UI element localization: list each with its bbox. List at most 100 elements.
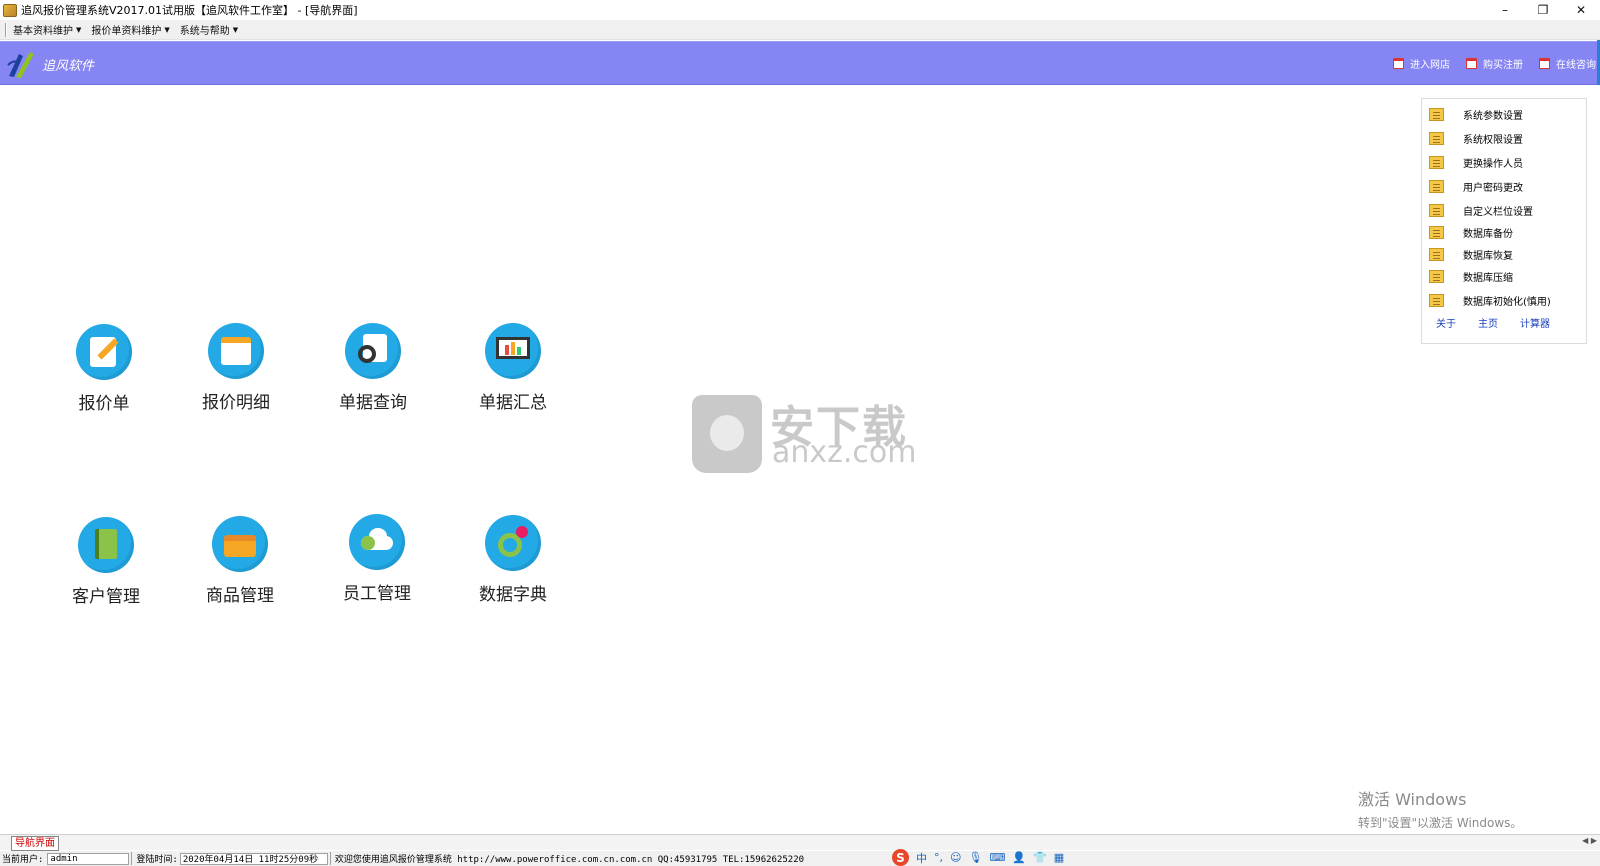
module-quote-detail-label: 报价明细 (202, 393, 270, 413)
module-document-query[interactable]: 单据查询 (323, 323, 423, 415)
online-consult-label: 在线咨询 (1556, 60, 1596, 71)
keyboard-icon[interactable]: ⌨ (989, 851, 1005, 864)
panel-item-change-password[interactable]: 用户密码更改 (1429, 177, 1523, 195)
shirt-icon[interactable]: 👕 (1033, 851, 1047, 864)
module-document-summary[interactable]: 单据汇总 (463, 323, 563, 415)
caret-down-icon: ▼ (232, 25, 239, 34)
panel-links: 关于 主页 计算器 (1436, 315, 1572, 330)
note-icon (1429, 203, 1444, 217)
brand-name: 追风软件 (42, 59, 95, 74)
module-customer[interactable]: 客户管理 (56, 517, 156, 609)
status-user: 当前用户: admin (0, 852, 133, 865)
status-login-time: 登陆时间: 2020年04月14日 11时25分09秒 (134, 852, 331, 865)
module-employee[interactable]: 员工管理 (327, 514, 427, 606)
panel-item-db-backup[interactable]: 数据库备份 (1429, 223, 1513, 241)
status-login-value: 2020年04月14日 11时25分09秒 (179, 852, 328, 865)
sogou-ime-icon[interactable]: S (892, 849, 909, 866)
restore-button[interactable]: ❐ (1524, 0, 1562, 20)
ime-mode[interactable]: 中 (916, 850, 927, 866)
panel-item-label: 用户密码更改 (1463, 182, 1523, 194)
note-icon (1429, 155, 1444, 169)
module-document-summary-label: 单据汇总 (479, 393, 547, 413)
minimize-button[interactable]: – (1486, 0, 1524, 20)
app-icon (3, 3, 17, 17)
module-document-query-label: 单据查询 (339, 393, 407, 413)
module-data-dictionary-label: 数据字典 (479, 585, 547, 605)
ime-toolbar: S 中 °, ☺ 🎙 ⌨ 👤 👕 ▦ (892, 849, 1071, 866)
menu-quote-data[interactable]: 报价单资料维护 ▼ (91, 22, 170, 38)
online-consult-link[interactable]: 在线咨询 (1539, 56, 1596, 71)
module-data-dictionary[interactable]: 数据字典 (463, 515, 563, 607)
panel-item-db-init[interactable]: 数据库初始化(慎用) (1429, 291, 1551, 309)
calendar-icon (1539, 58, 1550, 69)
status-user-label: 当前用户: (2, 855, 44, 865)
panel-item-db-restore[interactable]: 数据库恢复 (1429, 245, 1513, 263)
module-quote-detail[interactable]: 报价明细 (186, 323, 286, 415)
calendar-icon (1393, 58, 1404, 69)
panel-item-label: 系统权限设置 (1463, 134, 1523, 146)
enter-shop-label: 进入网店 (1410, 60, 1450, 71)
grid-icon[interactable]: ▦ (1054, 851, 1064, 864)
enter-shop-link[interactable]: 进入网店 (1393, 56, 1450, 71)
emoji-icon[interactable]: ☺ (950, 851, 961, 864)
banner-links: 进入网店 购买注册 在线咨询 (1377, 56, 1596, 71)
menu-system-help[interactable]: 系统与帮助 ▼ (179, 22, 239, 38)
ring-icon (485, 515, 541, 571)
quote-icon (76, 324, 132, 380)
note-icon (1429, 269, 1444, 283)
panel-item-db-compress[interactable]: 数据库压缩 (1429, 267, 1513, 285)
windows-activation-notice: 激活 Windows 转到"设置"以激活 Windows。 (1358, 786, 1522, 831)
panel-item-label: 数据库初始化(慎用) (1463, 296, 1551, 308)
shield-icon (692, 395, 762, 473)
caret-down-icon: ▼ (76, 25, 82, 34)
panel-item-custom-fields[interactable]: 自定义栏位设置 (1429, 201, 1533, 219)
note-icon (1429, 293, 1444, 307)
close-button[interactable]: ✕ (1562, 0, 1600, 20)
about-link[interactable]: 关于 (1436, 315, 1456, 330)
module-quote[interactable]: 报价单 (54, 324, 154, 416)
status-message: 欢迎您使用追风报价管理系统 http://www.poweroffice.com… (333, 852, 806, 865)
panel-item-label: 数据库恢复 (1463, 250, 1513, 262)
caret-down-icon: ▼ (164, 25, 170, 34)
calendar-icon (1466, 58, 1477, 69)
calculator-link[interactable]: 计算器 (1520, 315, 1550, 330)
note-icon (1429, 225, 1444, 239)
site-watermark: 安下载 anxz.com (692, 391, 917, 473)
tab-navigation[interactable]: 导航界面 (11, 836, 59, 851)
header-banner: 追风软件 进入网店 购买注册 在线咨询 (0, 41, 1600, 85)
ime-punct[interactable]: °, (934, 851, 943, 864)
note-icon (1429, 179, 1444, 193)
menu-bar: 基本资料维护 ▼ 报价单资料维护 ▼ 系统与帮助 ▼ (0, 20, 1600, 40)
briefcase-icon (212, 516, 268, 572)
panel-item-system-params[interactable]: 系统参数设置 (1429, 105, 1523, 123)
brand-logo-icon (7, 52, 34, 78)
user-icon[interactable]: 👤 (1012, 851, 1026, 864)
purchase-register-link[interactable]: 购买注册 (1466, 56, 1523, 71)
notebook-icon (78, 517, 134, 573)
microphone-icon[interactable]: 🎙 (968, 851, 982, 864)
purchase-register-label: 购买注册 (1483, 60, 1523, 71)
panel-item-change-operator[interactable]: 更换操作人员 (1429, 153, 1523, 171)
document-tab-bar: 导航界面 ◀ ▶ (0, 834, 1600, 851)
note-icon (1429, 107, 1444, 121)
calendar-icon (208, 323, 264, 379)
settings-panel: 系统参数设置 系统权限设置 更换操作人员 用户密码更改 自定义栏位设置 数据库备… (1421, 98, 1587, 344)
panel-item-label: 自定义栏位设置 (1463, 206, 1533, 218)
magnifier-icon (345, 323, 401, 379)
status-message-text: 欢迎您使用追风报价管理系统 http://www.poweroffice.com… (334, 855, 805, 865)
note-icon (1429, 247, 1444, 261)
module-product-label: 商品管理 (206, 586, 274, 606)
module-product[interactable]: 商品管理 (190, 516, 290, 608)
panel-item-label: 数据库压缩 (1463, 272, 1513, 284)
tab-scroll-arrows-icon[interactable]: ◀ ▶ (1582, 836, 1597, 845)
home-link[interactable]: 主页 (1478, 315, 1498, 330)
panel-item-permissions[interactable]: 系统权限设置 (1429, 129, 1523, 147)
cloud-icon (349, 514, 405, 570)
menu-grip (5, 22, 7, 37)
menu-system-help-label: 系统与帮助 (179, 26, 230, 37)
module-customer-label: 客户管理 (72, 587, 140, 607)
status-user-value: admin (47, 852, 130, 865)
menu-basic-data[interactable]: 基本资料维护 ▼ (13, 22, 82, 38)
activation-title: 激活 Windows (1358, 790, 1467, 809)
activation-hint: 转到"设置"以激活 Windows。 (1358, 816, 1523, 830)
